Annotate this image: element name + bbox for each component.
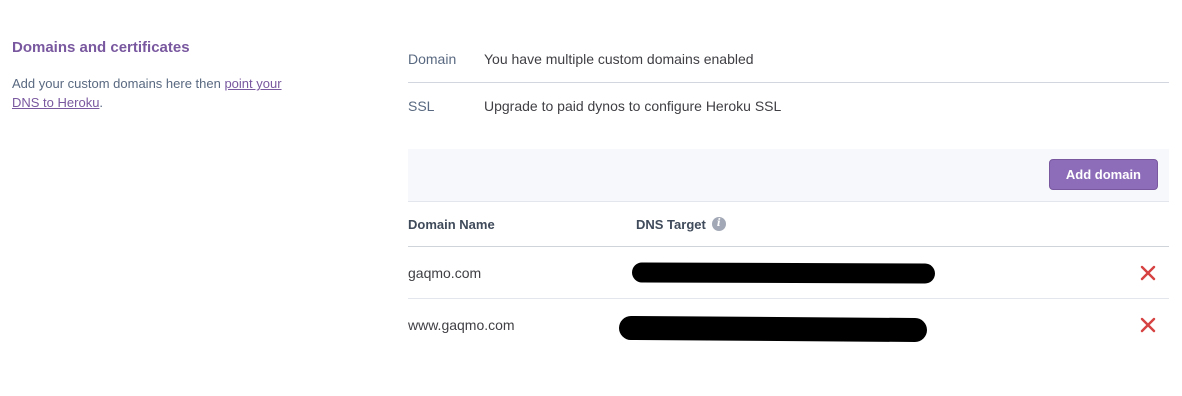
domain-info-label: Domain: [408, 51, 457, 67]
close-icon[interactable]: [1139, 316, 1157, 334]
column-header-dns-target: DNS Target i: [636, 217, 726, 232]
close-icon[interactable]: [1139, 264, 1157, 282]
redacted-dns-target: [618, 315, 928, 343]
add-domain-button[interactable]: Add domain: [1048, 159, 1158, 190]
info-icon[interactable]: i: [711, 217, 726, 231]
section-intro: Domains and certificates Add your custom…: [12, 38, 302, 112]
ssl-info-row: SSL Upgrade to paid dynos to configure H…: [408, 83, 1169, 129]
ssl-info-label: SSL: [408, 98, 435, 114]
domains-settings-page: Domains and certificates Add your custom…: [0, 0, 1182, 396]
table-row: gaqmo.com: [408, 247, 1169, 299]
domain-name-cell: www.gaqmo.com: [408, 316, 515, 333]
domain-info-row: Domain You have multiple custom domains …: [408, 36, 1169, 83]
section-title: Domains and certificates: [12, 39, 190, 56]
redacted-dns-target: [631, 262, 936, 284]
domains-table-header: Domain Name DNS Target i: [408, 202, 1169, 247]
section-description: Add your custom domains here then point …: [12, 74, 302, 112]
description-suffix: .: [99, 95, 104, 110]
domain-info-value: You have multiple custom domains enabled: [484, 51, 754, 67]
column-header-domain-name: Domain Name: [408, 216, 495, 232]
dns-target-label: DNS Target: [636, 216, 706, 232]
domains-toolbar: Add domain: [408, 149, 1169, 202]
description-text: Add your custom domains here then: [12, 76, 225, 91]
table-row: www.gaqmo.com: [408, 299, 1169, 350]
ssl-info-value: Upgrade to paid dynos to configure Herok…: [484, 98, 782, 114]
domain-name-cell: gaqmo.com: [408, 264, 482, 281]
domains-panel: Domain You have multiple custom domains …: [408, 36, 1169, 350]
